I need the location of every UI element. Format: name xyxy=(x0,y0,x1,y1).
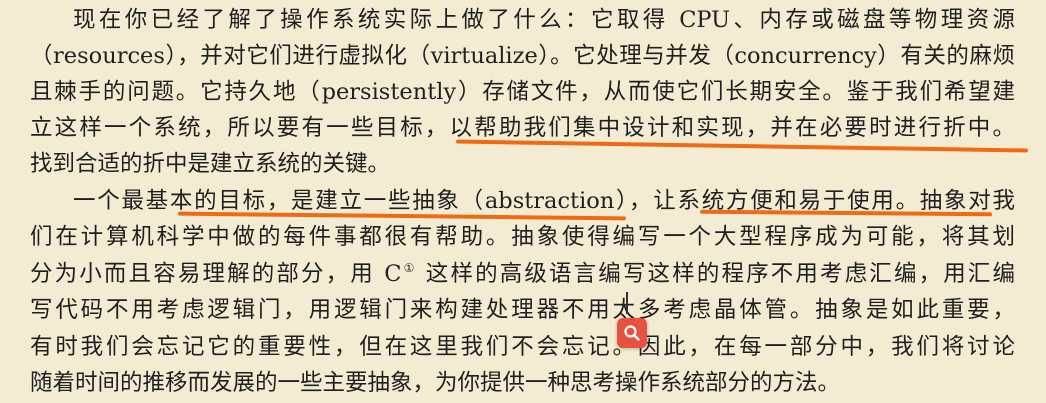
paragraph2-line4: 写代码不用考虑逻辑门，用逻辑门来构建处理器不用太多考虑晶体管。抽象是如此重要， xyxy=(30,297,1015,323)
paragraph2-line3-text-b: 这样的高级语言编写这样的程序不用考虑汇编，用汇编 xyxy=(416,261,1016,287)
highlighted-text[interactable]: 的目标，是建立一些抽象（abstraction） xyxy=(194,188,629,214)
document-page: 现在你已经了解了操作系统实际上做了什么：它取得 CPU、内存或磁盘等物理资源 （… xyxy=(0,0,1046,403)
paragraph1-line1: 现在你已经了解了操作系统实际上做了什么：它取得 CPU、内存或磁盘等物理资源 xyxy=(73,7,1015,33)
footnote-marker[interactable]: ① xyxy=(401,261,416,275)
paragraph2-line3: 分为小而且容易理解的部分，用 C① 这样的高级语言编写这样的程序不用考虑汇编，用… xyxy=(30,256,1015,292)
paragraph2-line1-text-a: 一个最基本 xyxy=(73,188,195,214)
search-button[interactable] xyxy=(617,318,647,348)
paragraph1-line5: 找到合适的折中是建立系统的关键。 xyxy=(30,151,391,177)
paragraph1-line2: （resources），并对它们进行虚拟化（virtualize）。它处理与并发… xyxy=(30,43,1015,69)
search-icon xyxy=(624,325,640,341)
paragraph2-line3-text-a: 分为小而且容易理解的部分，用 C xyxy=(30,261,402,287)
paragraph2-line5: 有时我们会忘记它的重要性，但在这里我们不会忘记。因此，在每一部分中，我们将讨论 xyxy=(30,334,1015,360)
paragraph1-line4-text: 立这样一个系统，所以要有一些目标， xyxy=(30,115,450,141)
highlighted-text[interactable]: 以帮助我们集中设计和实现，并在必要时进行折中。 xyxy=(450,115,1015,141)
paragraph2-line2: 们在计算机科学中做的每件事都很有帮助。抽象使得编写一个大型程序成为可能，将其划 xyxy=(30,224,1015,250)
paragraph2-line6: 随着时间的推移而发展的一些主要抽象，为你提供一种思考操作系统部分的方法。 xyxy=(30,370,841,396)
text-caret xyxy=(626,292,628,314)
paragraph1-line3: 且棘手的问题。它持久地（persistently）存储文件，从而使它们长期安全。… xyxy=(30,79,1015,105)
